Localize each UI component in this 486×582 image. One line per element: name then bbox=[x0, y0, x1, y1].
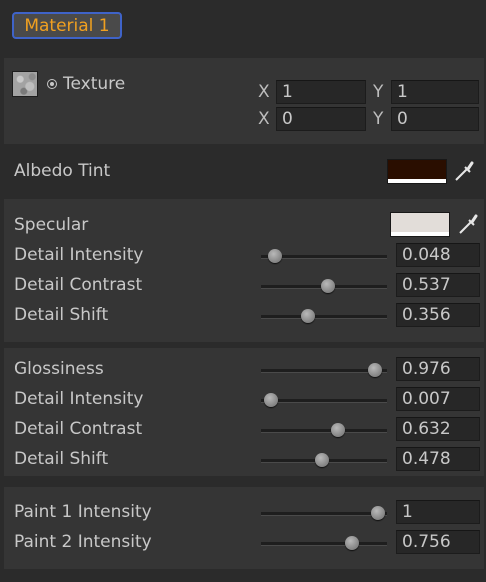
slider-thumb[interactable] bbox=[268, 249, 283, 263]
tiling-x-axis-label: X bbox=[258, 82, 270, 102]
glossiness-detail-shift-slider[interactable] bbox=[261, 453, 387, 467]
tiling-x-field[interactable]: 1 bbox=[276, 80, 366, 104]
paint2-intensity-label: Paint 2 Intensity bbox=[14, 532, 152, 552]
albedo-color-swatch[interactable] bbox=[387, 159, 447, 184]
tiling-y-field[interactable]: 1 bbox=[391, 80, 479, 104]
slider-thumb[interactable] bbox=[263, 393, 278, 407]
glossiness-detail-contrast-slider[interactable] bbox=[261, 423, 387, 437]
specular-detail-contrast-label: Detail Contrast bbox=[14, 275, 143, 295]
offset-x-field[interactable]: 0 bbox=[276, 107, 366, 131]
albedo-tint-label: Albedo Tint bbox=[14, 161, 111, 181]
specular-detail-intensity-field[interactable]: 0.048 bbox=[396, 243, 480, 267]
glossiness-detail-contrast-field[interactable]: 0.632 bbox=[396, 417, 480, 441]
specular-detail-contrast-field[interactable]: 0.537 bbox=[396, 273, 480, 297]
specular-detail-intensity-label: Detail Intensity bbox=[14, 245, 144, 265]
texture-label: Texture bbox=[63, 74, 126, 94]
glossiness-detail-shift-label: Detail Shift bbox=[14, 449, 109, 469]
slider-thumb[interactable] bbox=[331, 423, 346, 437]
paint2-intensity-slider[interactable] bbox=[261, 536, 387, 550]
glossiness-detail-intensity-slider[interactable] bbox=[261, 393, 387, 407]
paint1-intensity-field[interactable]: 1 bbox=[396, 500, 480, 524]
slider-thumb[interactable] bbox=[371, 506, 385, 520]
texture-picker-icon[interactable] bbox=[47, 79, 57, 89]
eyedropper-icon[interactable] bbox=[453, 160, 475, 182]
slider-thumb[interactable] bbox=[344, 536, 359, 550]
specular-color-swatch[interactable] bbox=[390, 212, 450, 237]
offset-x-axis-label: X bbox=[258, 109, 270, 129]
glossiness-detail-contrast-label: Detail Contrast bbox=[14, 419, 143, 439]
paint1-intensity-slider[interactable] bbox=[261, 506, 387, 520]
specular-detail-intensity-slider[interactable] bbox=[261, 249, 387, 263]
slider-thumb[interactable] bbox=[301, 309, 316, 323]
glossiness-detail-intensity-label: Detail Intensity bbox=[14, 389, 144, 409]
slider-thumb[interactable] bbox=[368, 363, 383, 377]
specular-detail-shift-label: Detail Shift bbox=[14, 305, 109, 325]
glossiness-detail-intensity-field[interactable]: 0.007 bbox=[396, 387, 480, 411]
glossiness-label: Glossiness bbox=[14, 359, 104, 379]
specular-label: Specular bbox=[14, 215, 89, 235]
offset-y-axis-label: Y bbox=[373, 109, 384, 129]
slider-thumb[interactable] bbox=[314, 453, 329, 467]
glossiness-field[interactable]: 0.976 bbox=[396, 357, 480, 381]
specular-detail-shift-field[interactable]: 0.356 bbox=[396, 303, 480, 327]
texture-thumbnail[interactable] bbox=[12, 71, 38, 97]
slider-thumb[interactable] bbox=[320, 279, 335, 293]
tiling-y-axis-label: Y bbox=[373, 82, 384, 102]
specular-detail-shift-slider[interactable] bbox=[261, 309, 387, 323]
material-tab-button[interactable]: Material 1 bbox=[12, 12, 122, 39]
offset-y-field[interactable]: 0 bbox=[391, 107, 479, 131]
eyedropper-icon[interactable] bbox=[457, 213, 479, 235]
glossiness-detail-shift-field[interactable]: 0.478 bbox=[396, 447, 480, 471]
paint2-intensity-field[interactable]: 0.756 bbox=[396, 530, 480, 554]
paint1-intensity-label: Paint 1 Intensity bbox=[14, 502, 152, 522]
glossiness-slider[interactable] bbox=[261, 363, 387, 377]
specular-detail-contrast-slider[interactable] bbox=[261, 279, 387, 293]
